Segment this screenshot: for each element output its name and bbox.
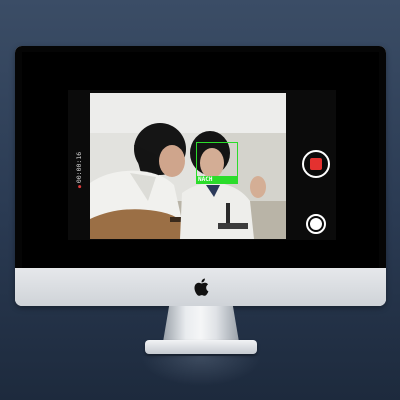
- recording-dot-icon: [77, 185, 81, 189]
- record-button[interactable]: [302, 150, 330, 178]
- shutter-button[interactable]: [306, 214, 326, 234]
- imac-scene: 00:00:16 NACH: [0, 0, 400, 400]
- camera-preview-image: [90, 93, 286, 239]
- face-detection-label: NACH: [196, 176, 238, 184]
- recording-time: 00:00:16: [75, 151, 83, 184]
- imac-stand-foot: [145, 340, 257, 354]
- imac-reflection: [140, 356, 262, 386]
- stop-record-icon: [310, 158, 322, 170]
- shutter-icon: [310, 218, 322, 230]
- recording-timer: 00:00:16: [68, 150, 90, 190]
- imac-stand-neck: [163, 306, 239, 342]
- camera-viewfinder[interactable]: [90, 93, 286, 239]
- apple-logo-icon: [194, 278, 209, 296]
